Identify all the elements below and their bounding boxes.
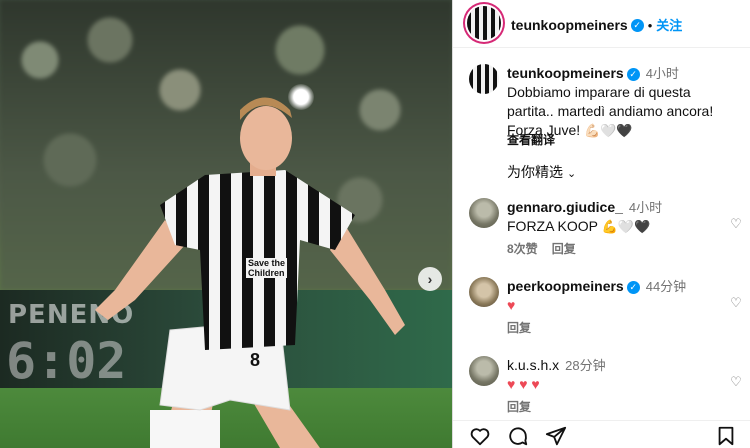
- comment-likes[interactable]: 8次赞: [507, 242, 538, 256]
- see-translation-link[interactable]: 查看翻译: [507, 131, 555, 148]
- caption-line1: Dobbiamo imparare di questa: [507, 84, 691, 100]
- post-photo[interactable]: PENENO 6:02 Save the Children 8 ›: [0, 0, 452, 448]
- comment-username[interactable]: peerkoopmeiners: [507, 278, 624, 294]
- verified-icon: ✓: [626, 280, 640, 294]
- heart-outline-icon[interactable]: [469, 425, 491, 447]
- action-bar: [453, 420, 750, 448]
- caption-emojis: 💪🏻🤍🖤: [584, 123, 633, 138]
- jersey-sponsor-line2: Children: [246, 268, 287, 278]
- caption-line2: partita.. martedì andiamo ancora!: [507, 103, 714, 119]
- comment-emojis: ♥: [507, 297, 516, 313]
- chevron-right-icon: ›: [427, 271, 433, 287]
- comment-item: gennaro.giudice_ 4小时 FORZA KOOP 💪🤍🖤 8次赞 回复…: [465, 198, 745, 260]
- comment-item: peerkoopmeiners ✓ 44分钟 ♥ 回复 ♡: [465, 277, 745, 339]
- player-figure: [95, 97, 405, 448]
- jersey-sponsor-line1: Save the: [246, 258, 288, 268]
- caption: teunkoopmeiners ✓ 4小时 Dobbiamo imparare di…: [507, 64, 747, 140]
- comment-time[interactable]: 44分钟: [646, 279, 686, 294]
- comment-emojis: 💪🤍🖤: [601, 219, 651, 234]
- post-header: teunkoopmeiners ✓ • 关注: [453, 0, 750, 48]
- comment-icon[interactable]: [507, 425, 529, 447]
- bookmark-icon[interactable]: [715, 425, 737, 447]
- next-photo-button[interactable]: ›: [418, 267, 442, 291]
- comment-reply-button[interactable]: 回复: [552, 242, 576, 256]
- header-username[interactable]: teunkoopmeiners: [511, 17, 628, 33]
- comment-avatar[interactable]: [469, 277, 499, 307]
- verified-icon: ✓: [630, 19, 644, 33]
- heart-outline-icon[interactable]: ♡: [729, 296, 743, 310]
- comment-avatar[interactable]: [469, 356, 499, 386]
- comment-username[interactable]: gennaro.giudice_: [507, 199, 623, 215]
- comment-text: FORZA KOOP: [507, 218, 598, 234]
- heart-outline-icon[interactable]: ♡: [729, 217, 743, 231]
- chevron-down-icon: ⌄: [567, 168, 577, 180]
- caption-time[interactable]: 4小时: [646, 66, 679, 81]
- caption-username[interactable]: teunkoopmeiners: [507, 65, 624, 81]
- follow-button[interactable]: 关注: [656, 18, 682, 33]
- post-panel: teunkoopmeiners ✓ • 关注 teunkoopmeiners ✓ 4小时 …: [452, 0, 750, 448]
- comment-emojis: ♥ ♥ ♥: [507, 376, 540, 392]
- for-you-sort[interactable]: 为你精选 ⌄: [507, 162, 576, 182]
- heart-outline-icon[interactable]: ♡: [729, 375, 743, 389]
- comment-time[interactable]: 28分钟: [565, 358, 605, 373]
- comment-time[interactable]: 4小时: [629, 200, 662, 215]
- caption-avatar[interactable]: [469, 64, 499, 94]
- for-you-label: 为你精选: [507, 164, 563, 180]
- comment-avatar[interactable]: [469, 198, 499, 228]
- comment-reply-button[interactable]: 回复: [507, 321, 531, 335]
- author-avatar[interactable]: [467, 6, 501, 40]
- comment-username[interactable]: k.u.s.h.x: [507, 357, 559, 373]
- shorts-number: 8: [250, 350, 261, 370]
- verified-icon: ✓: [626, 67, 640, 81]
- comment-item: k.u.s.h.x 28分钟 ♥ ♥ ♥ 回复 ♡: [465, 356, 745, 418]
- share-icon[interactable]: [545, 425, 567, 447]
- separator-dot: •: [647, 18, 653, 33]
- comment-reply-button[interactable]: 回复: [507, 400, 531, 414]
